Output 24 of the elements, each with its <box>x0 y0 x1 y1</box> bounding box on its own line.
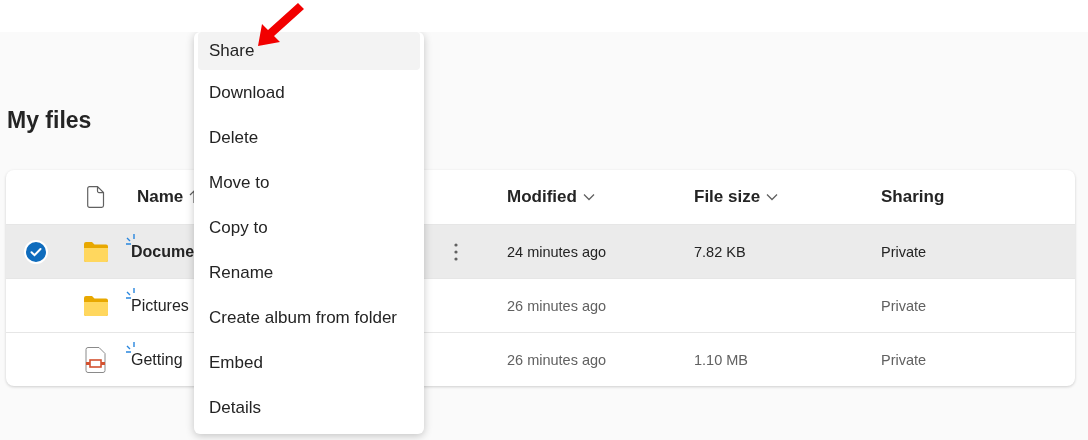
folder-icon <box>84 241 108 262</box>
name-column-header[interactable]: Name <box>137 187 184 207</box>
sharing-status: Private <box>881 297 927 314</box>
file-name[interactable]: Pictures <box>131 296 189 315</box>
chevron-down-icon <box>766 193 779 201</box>
chevron-down-icon <box>582 193 595 201</box>
modified-time: 26 minutes ago <box>507 351 607 368</box>
column-header: Sharing <box>881 187 945 207</box>
sharing-status: Private <box>881 243 927 260</box>
selected-check-icon[interactable] <box>24 239 48 264</box>
presentation-file-icon <box>85 346 107 373</box>
file-size: 1.10 MB <box>694 351 748 368</box>
column-header[interactable]: File size <box>694 187 779 207</box>
modified-time: 26 minutes ago <box>507 297 607 314</box>
folder-icon <box>84 295 108 316</box>
sharing-status: Private <box>881 351 927 368</box>
column-header[interactable]: Modified <box>507 187 595 207</box>
menu-item[interactable]: Share <box>198 32 420 70</box>
file-size: 7.82 KB <box>694 243 746 260</box>
modified-time: 24 minutes ago <box>507 243 607 260</box>
file-name[interactable]: Getting <box>131 350 183 369</box>
page-title: My files <box>7 106 93 135</box>
document-icon <box>87 186 105 208</box>
file-name[interactable]: Docume <box>131 242 195 261</box>
